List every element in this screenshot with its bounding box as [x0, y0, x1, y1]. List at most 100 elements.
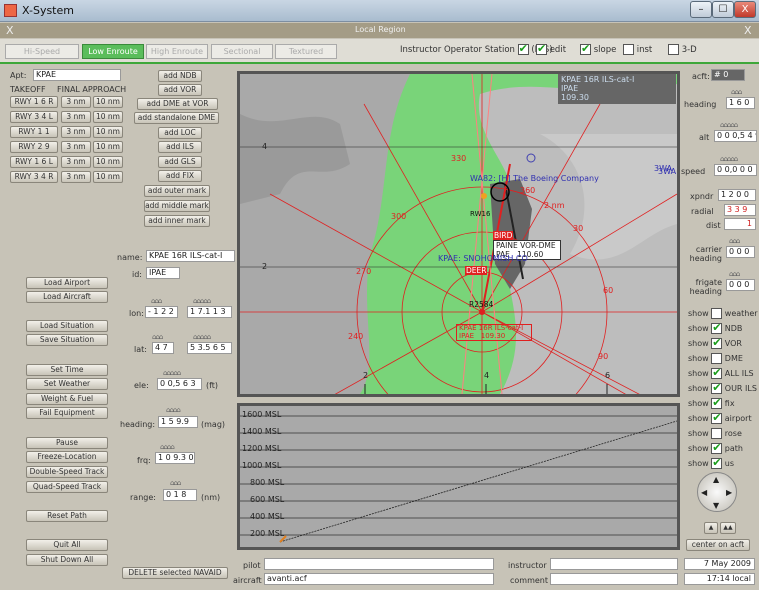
add-vor-button[interactable]: add VOR	[158, 84, 202, 96]
inst-option[interactable]: inst	[623, 44, 652, 55]
runway-3nm-button[interactable]: 3 nm	[61, 141, 91, 153]
acft-alt-field[interactable]: 0 0 0,5 4 9	[714, 130, 757, 142]
runway-button[interactable]: RWY 1 6 L	[10, 156, 58, 168]
us-checkbox[interactable]	[711, 456, 723, 469]
ios-checkbox[interactable]	[517, 42, 529, 55]
lon-min-up-arrows[interactable]: ⌂⌂⌂⌂⌂	[193, 297, 211, 305]
lon-deg-field[interactable]: - 1 2 2	[145, 306, 178, 318]
acft-alt-up-arrows[interactable]: ⌂⌂⌂⌂⌂	[720, 121, 738, 129]
carrier-field[interactable]: 0 0 0	[726, 246, 755, 258]
ele-up-arrows[interactable]: ⌂⌂⌂⌂⌂	[163, 369, 181, 377]
show-airport-row[interactable]: show airport	[688, 411, 752, 424]
bird-label[interactable]: BIRD	[493, 231, 514, 240]
add-standalone-dme-button[interactable]: add standalone DME	[134, 112, 219, 124]
show-us-row[interactable]: show us	[688, 456, 734, 469]
tab-high-enroute[interactable]: High Enroute	[146, 44, 208, 59]
rose-checkbox[interactable]	[711, 428, 723, 439]
set-weather-button[interactable]: Set Weather	[26, 378, 108, 390]
ils-label-box[interactable]: KPAE 16R ILS-cat-I IPAE 109.30	[456, 324, 532, 341]
show-our-ils-row[interactable]: show OUR ILS	[688, 381, 757, 394]
add-fix-button[interactable]: add FIX	[158, 170, 202, 182]
tab-textured[interactable]: Textured	[275, 44, 337, 59]
xpndr-field[interactable]: 1 2 0 0	[718, 189, 756, 201]
pan-down-icon[interactable]: ▼	[713, 501, 719, 510]
runway-3nm-button[interactable]: 3 nm	[61, 111, 91, 123]
slope-checkbox[interactable]	[580, 42, 591, 55]
runway-10nm-button[interactable]: 10 nm	[93, 96, 123, 108]
airport-input[interactable]: KPAE	[33, 69, 121, 81]
edit-checkbox[interactable]	[536, 42, 547, 55]
acft-heading-field[interactable]: 1 6 0	[726, 97, 755, 109]
frq-up-arrows[interactable]: ⌂⌂⌂⌂	[160, 443, 175, 451]
load-situation-button[interactable]: Load Situation	[26, 320, 108, 332]
runway-10nm-button[interactable]: 10 nm	[93, 171, 123, 183]
vor-checkbox[interactable]	[711, 336, 723, 349]
center-on-acft-button[interactable]: center on acft	[686, 539, 750, 551]
pan-control[interactable]: ▲ ▼ ◀ ▶	[697, 472, 737, 512]
lat-min-up-arrows[interactable]: ⌂⌂⌂⌂⌂	[193, 333, 211, 341]
edit-option[interactable]: edit	[536, 42, 566, 55]
add-loc-button[interactable]: add LOC	[158, 127, 202, 139]
add-outer-mark-button[interactable]: add outer mark	[144, 185, 210, 197]
show-weather-row[interactable]: show weather	[688, 308, 758, 319]
range-up-arrows[interactable]: ⌂⌂⌂	[170, 479, 181, 487]
save-situation-button[interactable]: Save Situation	[26, 334, 108, 346]
ele-field[interactable]: 0 0,5 6 3	[157, 378, 202, 390]
maximize-button[interactable]: ☐	[712, 1, 734, 18]
weather-checkbox[interactable]	[711, 308, 723, 319]
aircraft-input[interactable]: avanti.acf	[264, 573, 494, 585]
acft-speed-up-arrows[interactable]: ⌂⌂⌂⌂⌂	[720, 155, 738, 163]
close-window-button[interactable]: X	[734, 1, 756, 18]
runway-button[interactable]: RWY 1 6 R	[10, 96, 58, 108]
add-dme-at-vor-button[interactable]: add DME at VOR	[137, 98, 218, 110]
tab-sectional[interactable]: Sectional	[211, 44, 273, 59]
lon-min-field[interactable]: 1 7.1 1 3	[187, 306, 232, 318]
load-aircraft-button[interactable]: Load Aircraft	[26, 291, 108, 303]
shut-down-all-button[interactable]: Shut Down All	[26, 554, 108, 566]
add-middle-mark-button[interactable]: add middle mark	[144, 200, 210, 212]
runway-3nm-button[interactable]: 3 nm	[61, 156, 91, 168]
runway-button[interactable]: RWY 3 4 L	[10, 111, 58, 123]
heading-up-arrows[interactable]: ⌂⌂⌂⌂	[166, 406, 181, 414]
show-path-row[interactable]: show path	[688, 441, 743, 454]
acft-speed-field[interactable]: 0 0,0 0 0	[714, 164, 757, 176]
altitude-profile[interactable]: 1600 MSL 1400 MSL 1200 MSL 1000 MSL 800 …	[237, 403, 680, 550]
set-time-button[interactable]: Set Time	[26, 364, 108, 376]
close-icon[interactable]: X	[6, 24, 14, 37]
pan-up-icon[interactable]: ▲	[713, 475, 719, 484]
boeing-label[interactable]: WA82: [H] The Boeing Company	[470, 174, 599, 183]
show-fix-row[interactable]: show fix	[688, 396, 735, 409]
our-ils-checkbox[interactable]	[711, 381, 723, 394]
deer-label[interactable]: DEER	[465, 266, 488, 275]
runway-button[interactable]: RWY 2 9	[10, 141, 58, 153]
ndb-checkbox[interactable]	[711, 321, 723, 334]
quad-speed-track-button[interactable]: Quad-Speed Track	[26, 481, 108, 493]
fix-checkbox[interactable]	[711, 396, 723, 409]
kpae-airport-label[interactable]: KPAE: SNOHOMISH CO	[438, 254, 528, 263]
pause-button[interactable]: Pause	[26, 437, 108, 449]
add-ils-button[interactable]: add ILS	[158, 141, 202, 153]
weight-fuel-button[interactable]: Weight & Fuel	[26, 393, 108, 405]
show-all-ils-row[interactable]: show ALL ILS	[688, 366, 754, 379]
heading-field[interactable]: 1 5 9.9	[158, 416, 198, 428]
runway-10nm-button[interactable]: 10 nm	[93, 156, 123, 168]
quit-all-button[interactable]: Quit All	[26, 539, 108, 551]
minimize-button[interactable]: –	[690, 1, 712, 18]
runway-3nm-button[interactable]: 3 nm	[61, 96, 91, 108]
pan-left-icon[interactable]: ◀	[701, 488, 707, 497]
runway-3nm-button[interactable]: 3 nm	[61, 171, 91, 183]
fail-equipment-button[interactable]: Fail Equipment	[26, 407, 108, 419]
add-ndb-button[interactable]: add NDB	[158, 70, 202, 82]
runway-button[interactable]: RWY 3 4 R	[10, 171, 58, 183]
show-dme-row[interactable]: show DME	[688, 353, 743, 364]
inst-checkbox[interactable]	[623, 44, 634, 55]
ios-option[interactable]: Instructor Operator Station (IOS)	[400, 42, 553, 55]
frigate-up-arrows[interactable]: ⌂⌂⌂	[729, 270, 740, 278]
zoom-out-button[interactable]: ▲	[704, 522, 718, 534]
3d-checkbox[interactable]	[668, 44, 679, 55]
frigate-field[interactable]: 0 0 0	[726, 279, 755, 291]
3d-option[interactable]: 3-D	[668, 44, 697, 55]
runway-3nm-button[interactable]: 3 nm	[61, 126, 91, 138]
tab-hi-speed[interactable]: Hi-Speed	[5, 44, 79, 59]
dme-checkbox[interactable]	[711, 353, 723, 364]
